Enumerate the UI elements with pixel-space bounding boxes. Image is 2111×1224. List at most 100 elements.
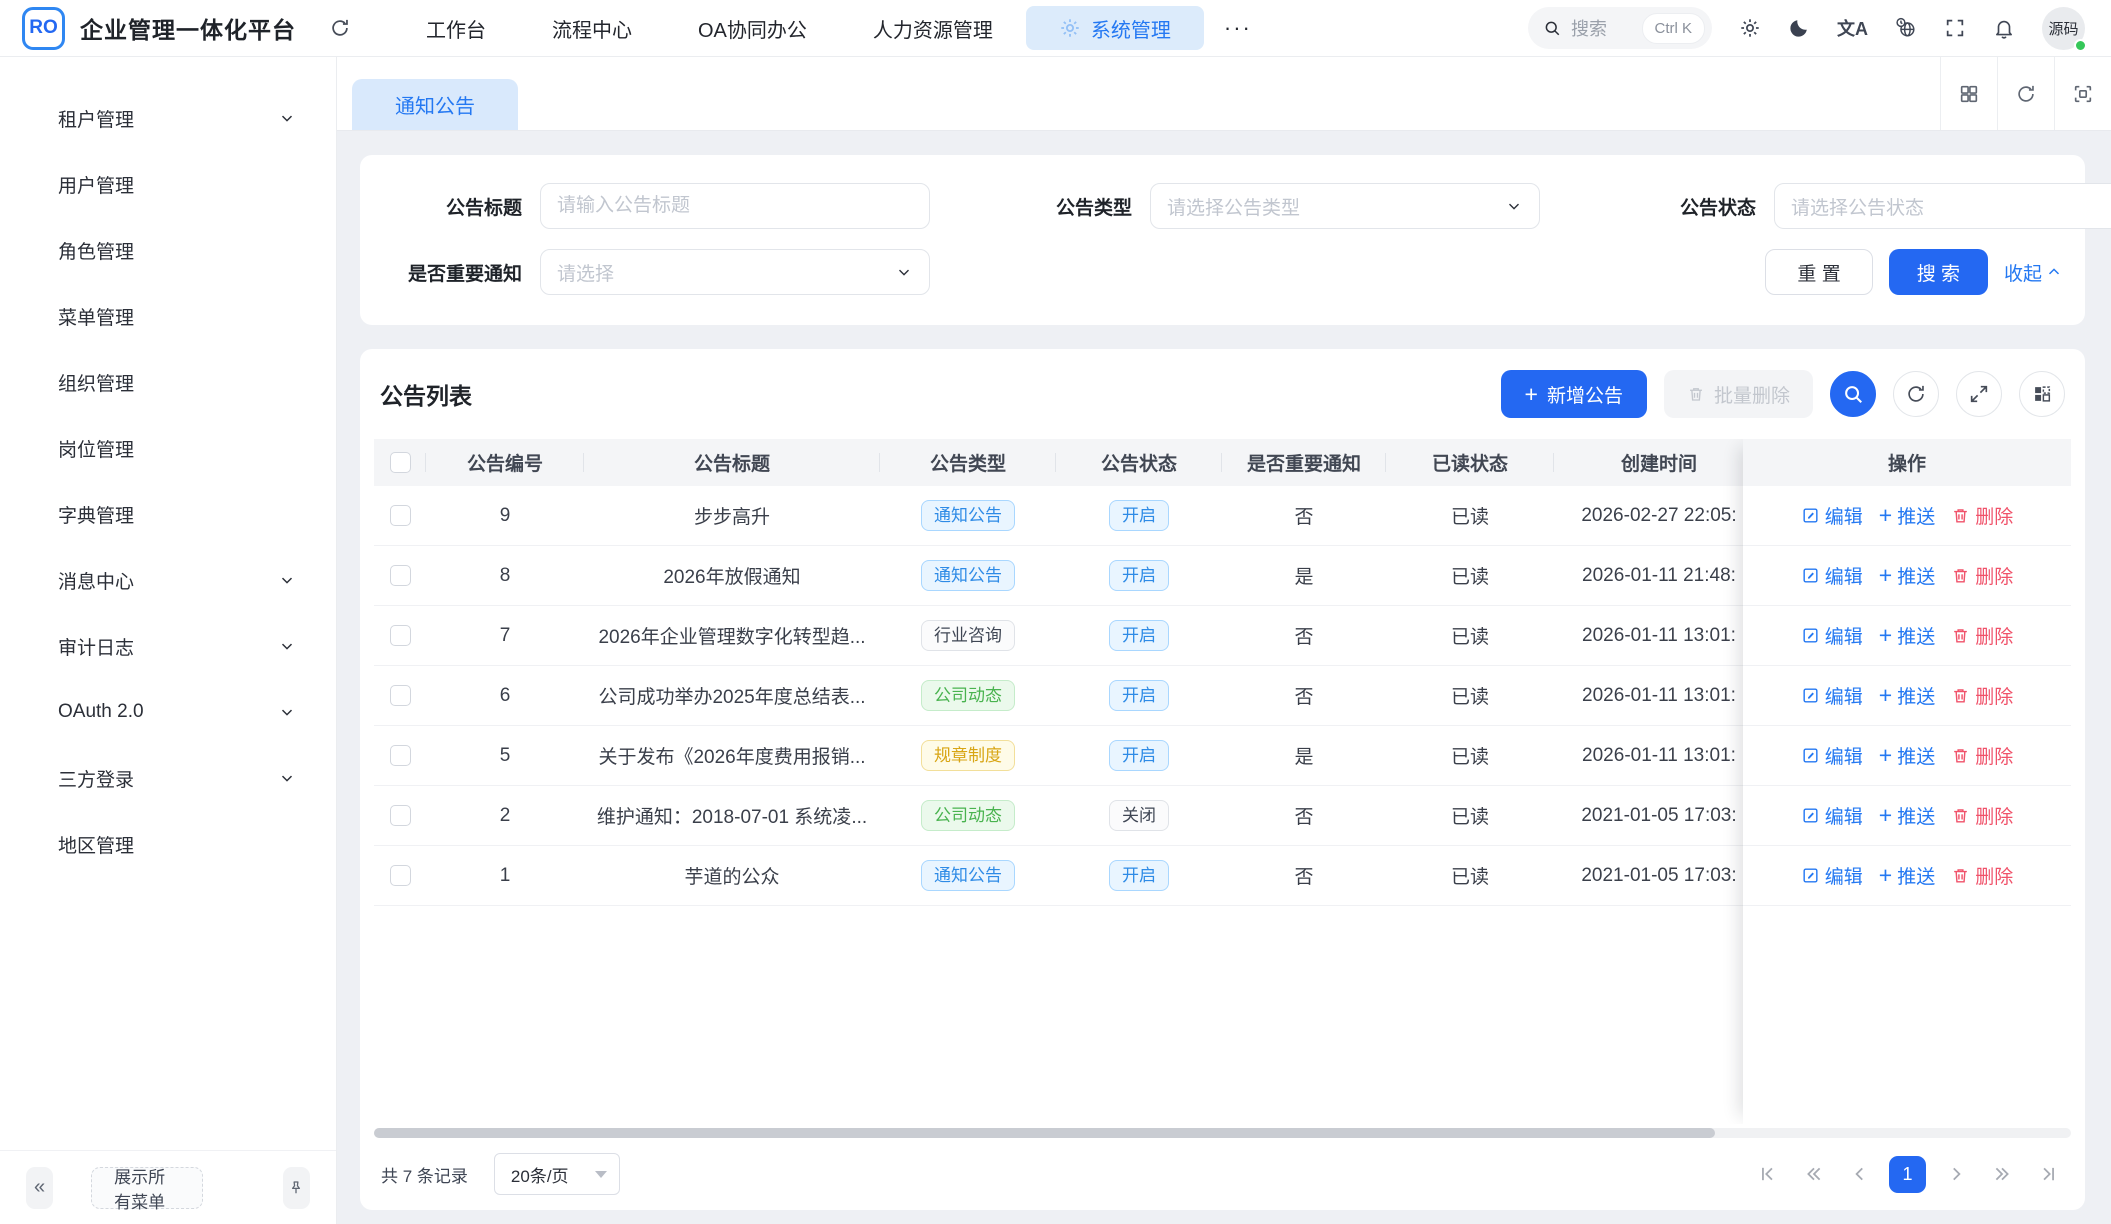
column-settings-icon[interactable] — [2019, 371, 2065, 417]
edit-link[interactable]: 编辑 — [1801, 502, 1863, 529]
sidebar-item[interactable]: 地区管理 — [0, 811, 336, 877]
menu-item-oa[interactable]: OA协同办公 — [665, 6, 840, 50]
collapse-sidebar-button[interactable]: « — [26, 1167, 53, 1209]
row-checkbox[interactable] — [390, 685, 411, 706]
notice-title-input[interactable] — [540, 183, 930, 229]
app-logo[interactable]: RO — [22, 7, 65, 50]
row-checkbox[interactable] — [390, 565, 411, 586]
trash-icon — [1951, 866, 1970, 885]
notice-type-label: 公告类型 — [990, 193, 1150, 220]
add-notice-button[interactable]: + 新增公告 — [1501, 370, 1647, 418]
sidebar-item[interactable]: OAuth 2.0 — [0, 679, 336, 745]
user-avatar[interactable]: 源码 — [2042, 7, 2085, 50]
menu-item-process-center[interactable]: 流程中心 — [519, 6, 665, 50]
prev-page-button[interactable] — [1843, 1158, 1876, 1191]
sidebar-item[interactable]: 消息中心 — [0, 547, 336, 613]
row-checkbox[interactable] — [390, 745, 411, 766]
sidebar-item[interactable]: 角色管理 — [0, 217, 336, 283]
push-link[interactable]: + 推送 — [1879, 742, 1935, 769]
created-time-cell: 2026-01-11 13:01: — [1554, 666, 1764, 725]
timezone-globe-icon[interactable] — [1895, 17, 1917, 39]
last-page-button[interactable] — [2031, 1158, 2064, 1191]
collapse-filter-link[interactable]: 收起 — [2004, 259, 2063, 286]
delete-link[interactable]: 删除 — [1951, 802, 2013, 829]
show-all-menus-button[interactable]: 展示所有菜单 — [91, 1167, 203, 1209]
notice-type-select[interactable]: 请选择公告类型 — [1150, 183, 1540, 229]
row-checkbox[interactable] — [390, 625, 411, 646]
current-page[interactable]: 1 — [1889, 1156, 1926, 1193]
important-notice-select[interactable]: 请选择 — [540, 249, 930, 295]
tab-maximize-icon[interactable] — [2054, 57, 2111, 130]
select-all-checkbox[interactable] — [390, 452, 411, 473]
pagination: 1 — [1751, 1156, 2064, 1193]
sidebar-item[interactable]: 菜单管理 — [0, 283, 336, 349]
delete-link[interactable]: 删除 — [1951, 502, 2013, 529]
online-status-dot — [2074, 39, 2087, 52]
search-button[interactable]: 搜 索 — [1889, 249, 1988, 295]
edit-pencil-icon — [1801, 506, 1820, 525]
edit-link[interactable]: 编辑 — [1801, 862, 1863, 889]
tab-refresh-icon[interactable] — [1997, 57, 2054, 130]
settings-gear-icon[interactable] — [1739, 17, 1761, 39]
dark-mode-moon-icon[interactable] — [1788, 17, 1810, 39]
edit-link[interactable]: 编辑 — [1801, 802, 1863, 829]
delete-link[interactable]: 删除 — [1951, 622, 2013, 649]
prev-5-pages-button[interactable] — [1797, 1158, 1830, 1191]
important-cell: 否 — [1222, 606, 1386, 665]
notice-list-card: 公告列表 + 新增公告 批量删除 — [360, 349, 2085, 1210]
reset-button[interactable]: 重 置 — [1765, 249, 1872, 295]
sidebar-item[interactable]: 用户管理 — [0, 151, 336, 217]
next-page-button[interactable] — [1939, 1158, 1972, 1191]
delete-link[interactable]: 删除 — [1951, 562, 2013, 589]
sidebar-item[interactable]: 审计日志 — [0, 613, 336, 679]
push-link[interactable]: + 推送 — [1879, 802, 1935, 829]
sidebar-item[interactable]: 租户管理 — [0, 85, 336, 151]
notice-title-cell: 维护通知：2018-07-01 系统凌... — [584, 786, 880, 845]
sidebar-item[interactable]: 三方登录 — [0, 745, 336, 811]
table-refresh-icon[interactable] — [1893, 371, 1939, 417]
delete-link[interactable]: 删除 — [1951, 862, 2013, 889]
fullscreen-icon[interactable] — [1944, 17, 1966, 39]
next-5-pages-button[interactable] — [1985, 1158, 2018, 1191]
edit-link[interactable]: 编辑 — [1801, 622, 1863, 649]
edit-link[interactable]: 编辑 — [1801, 562, 1863, 589]
notifications-bell-icon[interactable] — [1993, 17, 2015, 39]
page-size-select[interactable]: 20条/页 — [494, 1153, 620, 1195]
table-search-icon[interactable] — [1830, 371, 1876, 417]
sidebar-item[interactable]: 岗位管理 — [0, 415, 336, 481]
menu-item-system-admin[interactable]: 系统管理 — [1026, 6, 1204, 50]
horizontal-scrollbar-thumb[interactable] — [374, 1128, 1715, 1138]
push-link[interactable]: + 推送 — [1879, 562, 1935, 589]
plus-icon: + — [1879, 504, 1892, 527]
nav-refresh-icon[interactable] — [329, 17, 351, 39]
push-link[interactable]: + 推送 — [1879, 502, 1935, 529]
delete-link[interactable]: 删除 — [1951, 742, 2013, 769]
gear-icon — [1059, 17, 1081, 39]
push-link[interactable]: + 推送 — [1879, 622, 1935, 649]
search-icon — [1543, 19, 1561, 37]
table-fullscreen-icon[interactable] — [1956, 371, 2002, 417]
tab-grid-icon[interactable] — [1940, 57, 1997, 130]
translate-icon[interactable]: 文A — [1837, 15, 1868, 41]
tab-bar: 通知公告 — [337, 57, 2111, 131]
created-time-cell: 2021-01-05 17:03: — [1554, 846, 1764, 905]
delete-link[interactable]: 删除 — [1951, 682, 2013, 709]
menu-item-workbench[interactable]: 工作台 — [393, 6, 519, 50]
sidebar-item[interactable]: 组织管理 — [0, 349, 336, 415]
edit-link[interactable]: 编辑 — [1801, 682, 1863, 709]
sidebar-item[interactable]: 字典管理 — [0, 481, 336, 547]
notice-status-select[interactable]: 请选择公告状态 — [1774, 183, 2111, 229]
row-checkbox[interactable] — [390, 865, 411, 886]
pin-icon[interactable] — [283, 1167, 310, 1209]
edit-link[interactable]: 编辑 — [1801, 742, 1863, 769]
row-checkbox[interactable] — [390, 805, 411, 826]
menu-item-hr[interactable]: 人力资源管理 — [840, 6, 1026, 50]
global-search[interactable]: 搜索 Ctrl K — [1528, 7, 1712, 49]
edit-pencil-icon — [1801, 746, 1820, 765]
tab-notice-announcement[interactable]: 通知公告 — [352, 79, 518, 130]
push-link[interactable]: + 推送 — [1879, 682, 1935, 709]
row-checkbox[interactable] — [390, 505, 411, 526]
first-page-button[interactable] — [1751, 1158, 1784, 1191]
more-menu-icon[interactable]: ··· — [1204, 15, 1272, 41]
push-link[interactable]: + 推送 — [1879, 862, 1935, 889]
